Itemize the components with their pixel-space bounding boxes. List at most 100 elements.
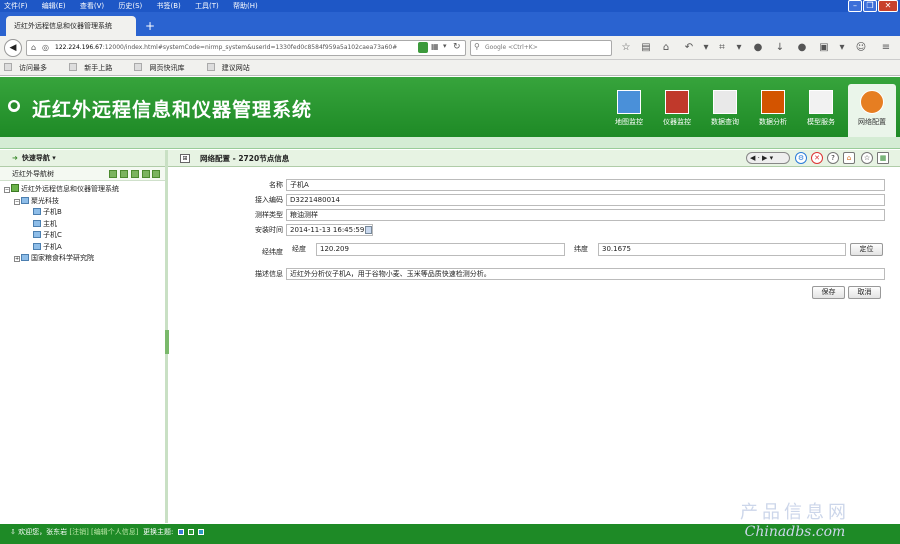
theme-swatch-cyan[interactable]	[198, 529, 205, 535]
search-icon[interactable]	[109, 170, 117, 178]
settings-icon[interactable]: ⚙	[795, 152, 807, 164]
grid-icon[interactable]: ▦	[877, 152, 889, 164]
star-icon[interactable]: ☆	[620, 41, 632, 55]
install-time-field[interactable]: 2014-11-13 16:45:59	[286, 224, 373, 236]
module-map-monitor[interactable]: 地图监控	[605, 84, 653, 132]
emoji-icon[interactable]: ☺	[855, 41, 867, 55]
install-time-label: 安装时间	[255, 226, 283, 234]
close-icon[interactable]: ✕	[811, 152, 823, 164]
bookmark-web-slices[interactable]: 网页快讯库	[134, 63, 192, 72]
tree-item[interactable]: − 聚光科技	[4, 196, 119, 208]
chart-icon	[761, 90, 785, 114]
user-icon: ⇩	[10, 528, 16, 536]
user-icon[interactable]: ●	[796, 41, 808, 55]
back-icon[interactable]: ◀	[4, 39, 22, 57]
lng-label: 经度	[292, 245, 306, 253]
extension-dropdown-icon[interactable]: ▾	[836, 41, 848, 55]
code-label: 接入编码	[255, 196, 283, 204]
bookmark-icon	[134, 63, 143, 71]
hamburger-menu-icon[interactable]: ≡	[880, 41, 892, 55]
logout-link[interactable]: [注销]	[69, 528, 88, 536]
locate-button[interactable]: 定位	[850, 243, 883, 256]
cancel-button[interactable]: 取消	[848, 286, 881, 299]
collapse-toggle-icon[interactable]: −	[14, 198, 20, 205]
collapse-icon[interactable]	[142, 170, 150, 178]
minimize-panel-icon[interactable]	[152, 170, 160, 178]
shield-icon[interactable]	[418, 42, 428, 53]
save-button[interactable]: 保存	[812, 286, 845, 299]
module-instrument-monitor[interactable]: 仪器监控	[653, 84, 701, 132]
menu-view[interactable]: 查看(V)	[80, 2, 104, 10]
qr-icon[interactable]: ▦	[431, 42, 439, 51]
menu-edit[interactable]: 编辑(E)	[42, 2, 66, 10]
tree-item[interactable]: 子机B	[4, 207, 119, 219]
url-bar[interactable]: 122.224.196.67:12000/index.html#systemCo…	[26, 40, 466, 56]
back-forward-control[interactable]: ◀ · ▶ ▾	[746, 152, 790, 164]
menu-bookmarks[interactable]: 书签(B)	[157, 2, 181, 10]
window-controls: – ❐ ✕	[848, 0, 898, 12]
browser-tab[interactable]: 近红外远程信息和仪器管理系统	[6, 16, 136, 36]
home-icon[interactable]: ⌂	[660, 41, 672, 55]
splitter-handle[interactable]	[165, 330, 169, 354]
type-field[interactable]: 粮油测样	[286, 209, 885, 221]
menu-help[interactable]: 帮助(H)	[233, 2, 258, 10]
crop-dropdown-icon[interactable]: ▾	[733, 41, 745, 55]
building-icon	[21, 196, 29, 204]
tree-item[interactable]: 子机A	[4, 242, 119, 254]
reload-icon[interactable]: ↻	[453, 42, 461, 52]
lnglat-label: 经纬度	[262, 248, 283, 256]
bookmark-suggested-sites[interactable]: 建议网站	[206, 63, 258, 72]
module-model-service[interactable]: 模型服务	[797, 84, 845, 132]
lat-field[interactable]: 30.1675	[598, 243, 846, 256]
desc-field[interactable]: 近红外分析仪子机A，用于谷物小麦、玉米等品质快速检测分析。	[286, 268, 885, 280]
reading-list-icon[interactable]: ▤	[640, 41, 652, 55]
crop-icon[interactable]: ⌗	[716, 41, 728, 55]
calendar-icon[interactable]	[365, 226, 372, 234]
bookmarks-bar: 访问最多 新手上路 网页快讯库 建议网站	[0, 60, 900, 76]
undo-dropdown-icon[interactable]: ▾	[700, 41, 712, 55]
close-icon[interactable]: ✕	[878, 0, 898, 12]
new-tab-button[interactable]: +	[145, 16, 159, 36]
minimize-icon[interactable]: –	[848, 0, 862, 12]
edit-profile-link[interactable]: [编辑个人信息]	[91, 528, 138, 536]
theme-swatch-blue[interactable]	[177, 529, 184, 535]
app-logo-icon: ●	[8, 100, 20, 112]
menu-history[interactable]: 历史(S)	[118, 2, 142, 10]
url-host: 122.224.196.67	[55, 44, 103, 51]
browser-menubar: 文件(F) 编辑(E) 查看(V) 历史(S) 书签(B) 工具(T) 帮助(H…	[0, 0, 900, 12]
extension-icon[interactable]: ▣	[818, 41, 830, 55]
collapse-toggle-icon[interactable]: −	[4, 187, 10, 193]
help-icon[interactable]: ?	[827, 152, 839, 164]
building-icon	[21, 254, 29, 261]
bookmark-getting-started[interactable]: 新手上路	[69, 63, 120, 72]
favorite-icon[interactable]: ☆	[861, 152, 873, 164]
menu-file[interactable]: 文件(F)	[4, 2, 28, 10]
theme-swatch-green[interactable]	[187, 529, 194, 535]
tree-item[interactable]: + 国家粮食科学研究院	[4, 253, 119, 265]
module-data-analysis[interactable]: 数据分析	[749, 84, 797, 132]
name-field[interactable]: 子机A	[286, 179, 885, 191]
site-info-icon[interactable]: ◎	[42, 43, 49, 52]
expand-icon[interactable]	[131, 170, 139, 178]
quick-nav-header[interactable]: ➜ 快速导航 ▾	[0, 150, 165, 167]
watermark-line1: 产品信息网	[740, 502, 850, 523]
download-icon[interactable]: ↓	[774, 41, 786, 55]
tree-item[interactable]: − 近红外远程信息和仪器管理系统	[4, 184, 119, 196]
code-field[interactable]: D3221480014	[286, 194, 885, 206]
expand-toggle-icon[interactable]: +	[14, 256, 20, 262]
chat-icon[interactable]: ●	[752, 41, 764, 55]
home-icon[interactable]: ⌂	[843, 152, 855, 164]
menu-tools[interactable]: 工具(T)	[195, 2, 219, 10]
module-data-query[interactable]: 数据查询	[701, 84, 749, 132]
restore-icon[interactable]: ❐	[863, 0, 877, 12]
undo-icon[interactable]: ↶	[683, 41, 695, 55]
refresh-icon[interactable]	[120, 170, 128, 178]
tree-item[interactable]: 主机	[4, 219, 119, 231]
module-network-config[interactable]: 网络配置	[848, 84, 896, 138]
lng-field[interactable]: 120.209	[316, 243, 565, 256]
dropdown-icon[interactable]: ▾	[443, 42, 447, 50]
tree-item[interactable]: 子机C	[4, 230, 119, 242]
search-input[interactable]: Google <Ctrl+K>	[470, 40, 612, 56]
bookmark-most-visited[interactable]: 访问最多	[4, 63, 55, 72]
lat-label: 纬度	[574, 245, 588, 253]
